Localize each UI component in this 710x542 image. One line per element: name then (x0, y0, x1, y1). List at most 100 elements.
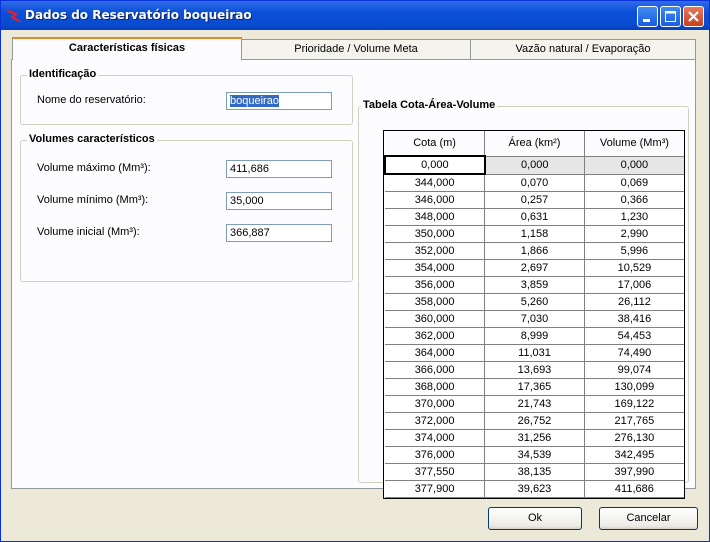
table-row[interactable]: 356,000 3,859 17,006 (385, 276, 684, 294)
cell-area[interactable]: 3,859 (484, 276, 585, 294)
column-header-volume[interactable]: Volume (Mm³) (583, 131, 684, 157)
cell-cota[interactable]: 0,000 (384, 155, 486, 175)
cell-volume[interactable]: 17,006 (583, 276, 684, 294)
cell-area[interactable]: 34,539 (484, 446, 585, 464)
table-row[interactable]: 376,000 34,539 342,495 (385, 446, 684, 464)
cell-area[interactable]: 21,743 (484, 395, 585, 413)
ok-button[interactable]: Ok (488, 507, 582, 530)
cell-cota[interactable]: 356,000 (385, 276, 486, 294)
cell-volume[interactable]: 10,529 (583, 259, 684, 277)
cell-volume[interactable]: 74,490 (583, 344, 684, 362)
cell-volume[interactable]: 276,130 (583, 429, 684, 447)
cell-cota[interactable]: 354,000 (385, 259, 486, 277)
cell-volume[interactable]: 99,074 (583, 361, 684, 379)
volume-minimo-label: Volume mínimo (Mm³): (37, 194, 149, 206)
table-row[interactable]: 370,000 21,743 169,122 (385, 395, 684, 413)
table-row[interactable]: 354,000 2,697 10,529 (385, 259, 684, 277)
cell-volume[interactable]: 169,122 (583, 395, 684, 413)
cell-area[interactable]: 7,030 (484, 310, 585, 328)
column-header-cota[interactable]: Cota (m) (385, 131, 486, 157)
cancel-button[interactable]: Cancelar (599, 507, 698, 530)
cell-cota[interactable]: 366,000 (385, 361, 486, 379)
volume-inicial-label: Volume inicial (Mm³): (37, 226, 140, 238)
cell-volume[interactable]: 54,453 (583, 327, 684, 345)
maximize-button[interactable] (660, 6, 681, 27)
volume-inicial-input[interactable]: 366,887 (226, 224, 332, 242)
cell-volume[interactable]: 0,366 (583, 191, 684, 209)
cell-volume[interactable]: 217,765 (583, 412, 684, 430)
cell-cota[interactable]: 352,000 (385, 242, 486, 260)
cell-area[interactable]: 2,697 (484, 259, 585, 277)
cell-area[interactable]: 8,999 (484, 327, 585, 345)
cell-volume[interactable]: 130,099 (583, 378, 684, 396)
cell-volume[interactable]: 1,230 (583, 208, 684, 226)
cell-area[interactable]: 1,866 (484, 242, 585, 260)
cell-cota[interactable]: 370,000 (385, 395, 486, 413)
cell-volume[interactable]: 342,495 (583, 446, 684, 464)
cell-cota[interactable]: 358,000 (385, 293, 486, 311)
cell-volume[interactable]: 0,069 (583, 173, 684, 192)
group-identificacao-title: Identificação (27, 68, 99, 80)
title-bar[interactable]: Dados do Reservatório boqueirao (1, 1, 709, 30)
cell-cota[interactable]: 350,000 (385, 225, 486, 243)
cell-cota[interactable]: 377,550 (385, 463, 486, 481)
cell-volume[interactable]: 0,000 (583, 155, 684, 175)
table-row[interactable]: 346,000 0,257 0,366 (385, 191, 684, 209)
volume-maximo-input[interactable]: 411,686 (226, 160, 332, 178)
cell-cota[interactable]: 348,000 (385, 208, 486, 226)
reservoir-name-value: boqueirao (230, 95, 279, 107)
cell-area[interactable]: 11,031 (484, 344, 585, 362)
volume-maximo-label: Volume máximo (Mm³): (37, 162, 151, 174)
tab-vazao-natural-evaporacao[interactable]: Vazão natural / Evaporação (470, 39, 696, 59)
cell-cota[interactable]: 374,000 (385, 429, 486, 447)
cell-area[interactable]: 26,752 (484, 412, 585, 430)
cota-area-volume-grid[interactable]: Cota (m) Área (km²) Volume (Mm³) 0,000 0,… (383, 130, 685, 499)
cell-cota[interactable]: 372,000 (385, 412, 486, 430)
table-row[interactable]: 377,550 38,135 397,990 (385, 463, 684, 481)
table-row[interactable]: 352,000 1,866 5,996 (385, 242, 684, 260)
table-row[interactable]: 372,000 26,752 217,765 (385, 412, 684, 430)
table-row[interactable]: 364,000 11,031 74,490 (385, 344, 684, 362)
cell-area[interactable]: 1,158 (484, 225, 585, 243)
tab-caracteristicas-fisicas[interactable]: Características físicas (12, 37, 242, 60)
cell-area[interactable]: 0,257 (484, 191, 585, 209)
volume-minimo-input[interactable]: 35,000 (226, 192, 332, 210)
column-header-area[interactable]: Área (km²) (484, 131, 585, 157)
cell-area[interactable]: 5,260 (484, 293, 585, 311)
cell-area[interactable]: 38,135 (484, 463, 585, 481)
window-title: Dados do Reservatório boqueirao (25, 8, 252, 22)
cell-cota[interactable]: 368,000 (385, 378, 486, 396)
cell-area[interactable]: 31,256 (484, 429, 585, 447)
cell-cota[interactable]: 364,000 (385, 344, 486, 362)
cell-cota[interactable]: 346,000 (385, 191, 486, 209)
table-row[interactable]: 0,000 0,000 0,000 (384, 155, 684, 175)
cell-area[interactable]: 0,070 (484, 173, 585, 192)
cell-cota[interactable]: 362,000 (385, 327, 486, 345)
cell-area[interactable]: 0,631 (484, 208, 585, 226)
table-row[interactable]: 374,000 31,256 276,130 (385, 429, 684, 447)
table-row[interactable]: 362,000 8,999 54,453 (385, 327, 684, 345)
table-row[interactable]: 360,000 7,030 38,416 (385, 310, 684, 328)
cell-volume[interactable]: 38,416 (583, 310, 684, 328)
tab-prioridade-volume-meta[interactable]: Prioridade / Volume Meta (241, 39, 471, 59)
table-row[interactable]: 368,000 17,365 130,099 (385, 378, 684, 396)
table-row[interactable]: 348,000 0,631 1,230 (385, 208, 684, 226)
cell-volume[interactable]: 2,990 (583, 225, 684, 243)
cell-cota[interactable]: 376,000 (385, 446, 486, 464)
cell-cota[interactable]: 344,000 (385, 173, 486, 192)
table-row[interactable]: 366,000 13,693 99,074 (385, 361, 684, 379)
reservoir-name-input[interactable]: boqueirao (226, 92, 332, 110)
table-row[interactable]: 344,000 0,070 0,069 (385, 173, 684, 192)
cell-cota[interactable]: 360,000 (385, 310, 486, 328)
close-button[interactable] (683, 6, 704, 27)
table-row[interactable]: 358,000 5,260 26,112 (385, 293, 684, 311)
cell-area[interactable]: 0,000 (484, 155, 585, 175)
cell-volume[interactable]: 26,112 (583, 293, 684, 311)
table-row[interactable]: 350,000 1,158 2,990 (385, 225, 684, 243)
cell-area[interactable]: 13,693 (484, 361, 585, 379)
cell-volume[interactable]: 397,990 (583, 463, 684, 481)
minimize-button[interactable] (637, 6, 658, 27)
cell-area[interactable]: 17,365 (484, 378, 585, 396)
cell-volume[interactable]: 5,996 (583, 242, 684, 260)
dialog-footer: Ok Cancelar (1, 493, 709, 541)
